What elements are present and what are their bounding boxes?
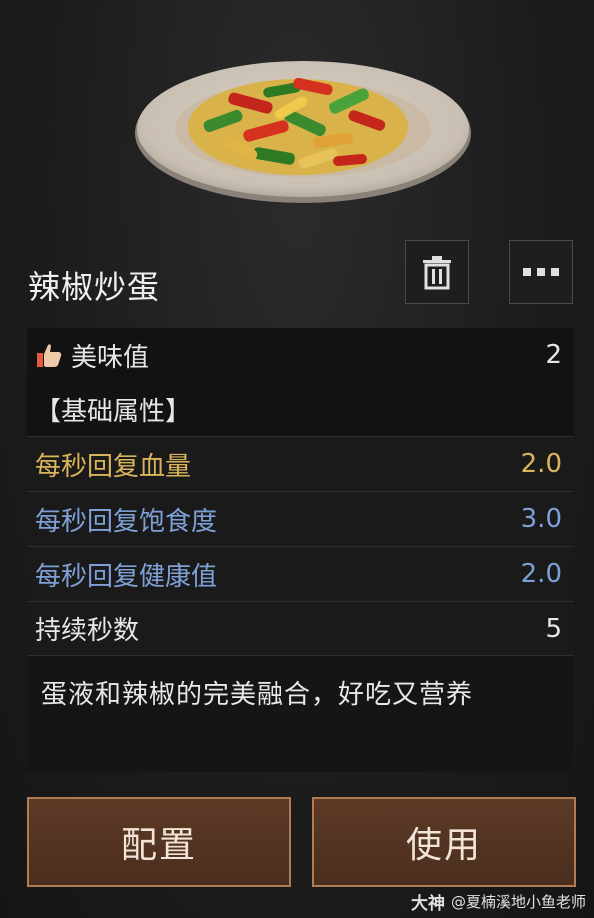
trash-icon xyxy=(423,256,451,290)
more-dots-icon xyxy=(523,268,559,276)
stat-label: 每秒回复血量 xyxy=(35,451,192,482)
dish-image xyxy=(135,61,471,203)
section-header: 【基础属性】 xyxy=(27,382,574,437)
stat-row-hp: 每秒回复血量 2.0 xyxy=(27,437,574,492)
delete-button[interactable] xyxy=(405,240,469,304)
section-label: 【基础属性】 xyxy=(35,396,192,427)
use-button[interactable]: 使用 xyxy=(312,797,576,887)
watermark-logo: 大神 xyxy=(410,894,445,914)
taste-label: 美味值 xyxy=(71,342,150,373)
item-title: 辣椒炒蛋 xyxy=(28,268,161,306)
stat-row-health: 每秒回复健康值 2.0 xyxy=(27,547,574,602)
thumbs-up-icon xyxy=(37,344,62,367)
stat-value: 2.0 xyxy=(520,559,562,589)
taste-row: 美味值 2 xyxy=(27,328,574,382)
stat-row-duration: 持续秒数 5 xyxy=(27,602,574,656)
config-button[interactable]: 配置 xyxy=(27,797,291,887)
stat-value: 5 xyxy=(545,613,562,644)
taste-value: 2 xyxy=(545,340,562,370)
stat-value: 3.0 xyxy=(520,504,562,534)
watermark-text: @夏楠溪地小鱼老师 xyxy=(450,893,586,911)
stat-label: 每秒回复饱食度 xyxy=(35,506,218,537)
stat-label: 持续秒数 xyxy=(35,616,140,646)
stat-label: 每秒回复健康值 xyxy=(35,561,218,592)
stat-row-satiety: 每秒回复饱食度 3.0 xyxy=(27,492,574,547)
item-description: 蛋液和辣椒的完美融合，好吃又营养 xyxy=(27,656,574,772)
stat-value: 2.0 xyxy=(520,449,562,479)
more-options-button[interactable] xyxy=(509,240,573,304)
watermark: 大神 @夏楠溪地小鱼老师 xyxy=(411,889,586,914)
